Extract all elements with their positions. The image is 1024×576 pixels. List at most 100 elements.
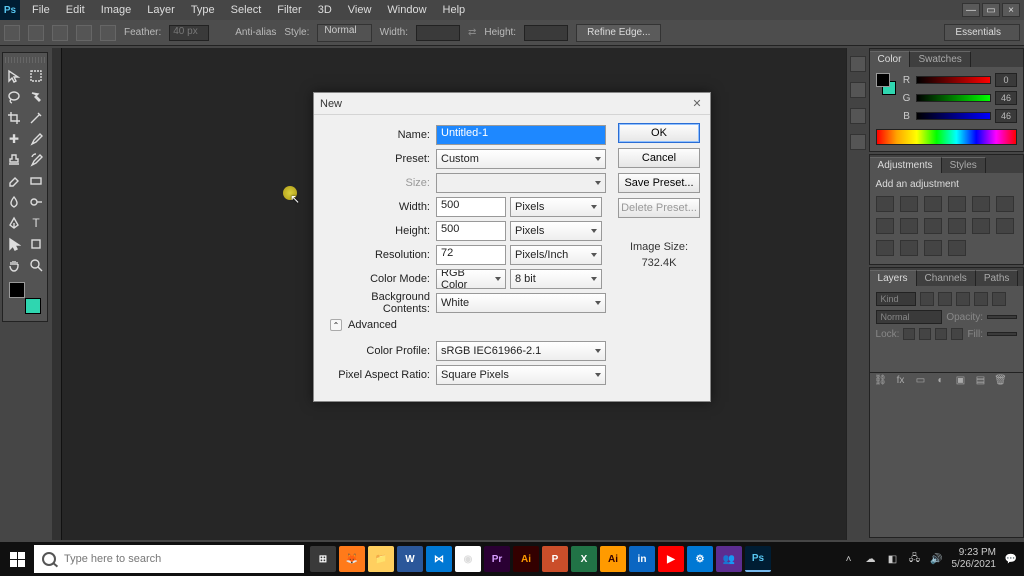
menu-filter[interactable]: Filter [271,2,307,18]
color-depth-select[interactable]: 8 bit [510,269,602,289]
firefox-icon[interactable]: 🦊 [339,546,365,572]
color-swatch[interactable] [9,282,41,314]
add-selection-icon[interactable] [52,25,68,41]
adj-exposure-icon[interactable] [948,196,966,212]
tool-preset-icon[interactable] [4,25,20,41]
lock-position-icon[interactable] [935,328,947,340]
slider-r[interactable]: R 0 [902,73,1017,87]
workspace-select[interactable]: Essentials [944,24,1020,41]
illustrator2-icon[interactable]: Ai [600,546,626,572]
filter-pixel-icon[interactable] [920,292,934,306]
layer-filter-kind[interactable]: Kind [876,292,916,306]
adj-bw-icon[interactable] [900,218,918,234]
name-input[interactable]: Untitled-1 [436,125,606,145]
powerpoint-icon[interactable]: P [542,546,568,572]
photoshop-taskbar-icon[interactable]: Ps [745,546,771,572]
adj-selective-color-icon[interactable] [948,240,966,256]
new-layer-icon[interactable]: ▤ [974,375,988,387]
paragraph-panel-icon[interactable] [850,134,866,150]
hand-tool[interactable] [5,256,23,274]
path-select-tool[interactable] [5,235,23,253]
menu-view[interactable]: View [342,2,378,18]
history-brush-tool[interactable] [27,151,45,169]
marquee-tool[interactable] [27,67,45,85]
menu-image[interactable]: Image [95,2,138,18]
blur-tool[interactable] [5,193,23,211]
chrome-icon[interactable]: ◉ [455,546,481,572]
adj-channel-mixer-icon[interactable] [948,218,966,234]
gradient-tool[interactable] [27,172,45,190]
lock-pixels-icon[interactable] [919,328,931,340]
minimize-button[interactable]: — [962,3,980,17]
stamp-tool[interactable] [5,151,23,169]
blend-mode-select[interactable]: Normal [876,310,943,324]
excel-icon[interactable]: X [571,546,597,572]
link-layers-icon[interactable]: ⛓ [874,375,888,387]
foreground-color-swatch[interactable] [9,282,25,298]
history-panel-icon[interactable] [850,56,866,72]
adj-balance-icon[interactable] [876,218,894,234]
pen-tool[interactable] [5,214,23,232]
opt-height-input[interactable] [524,25,568,41]
antialias-checkbox[interactable]: Anti-alias [235,27,276,38]
youtube-icon[interactable]: ▶ [658,546,684,572]
tray-volume-icon[interactable]: 🔊 [930,552,944,566]
menu-type[interactable]: Type [185,2,221,18]
tray-cloud-icon[interactable]: ☁ [864,552,878,566]
adj-photo-filter-icon[interactable] [924,218,942,234]
lock-all-icon[interactable] [951,328,963,340]
healing-tool[interactable]: ✚ [5,130,23,148]
tray-overflow-icon[interactable]: ˄ [842,552,856,566]
brush-tool[interactable] [27,130,45,148]
quick-select-tool[interactable] [27,88,45,106]
opacity-input[interactable] [987,315,1017,319]
lock-transparent-icon[interactable] [903,328,915,340]
menu-window[interactable]: Window [381,2,432,18]
file-explorer-icon[interactable]: 📁 [368,546,394,572]
adj-invert-icon[interactable] [996,218,1014,234]
dialog-close-icon[interactable]: ✕ [690,97,704,111]
refine-edge-button[interactable]: Refine Edge... [576,24,661,42]
style-select[interactable]: Normal [317,24,371,42]
panel-grip[interactable] [5,57,45,63]
move-tool[interactable] [5,67,23,85]
maximize-button[interactable]: ▭ [982,3,1000,17]
layer-group-icon[interactable]: ▣ [954,375,968,387]
advanced-toggle[interactable]: ⌃ Advanced [330,319,608,331]
tab-styles[interactable]: Styles [942,157,986,173]
lasso-tool[interactable] [5,88,23,106]
close-button[interactable]: × [1002,3,1020,17]
word-icon[interactable]: W [397,546,423,572]
menu-select[interactable]: Select [225,2,268,18]
adj-brightness-icon[interactable] [876,196,894,212]
menu-3d[interactable]: 3D [312,2,338,18]
notifications-icon[interactable]: 💬 [1004,552,1018,566]
subtract-selection-icon[interactable] [76,25,92,41]
resolution-unit-select[interactable]: Pixels/Inch [510,245,602,265]
menu-file[interactable]: File [26,2,56,18]
menu-help[interactable]: Help [437,2,472,18]
delete-layer-icon[interactable]: 🗑 [994,375,1008,387]
teams-icon[interactable]: 👥 [716,546,742,572]
adj-lookup-icon[interactable] [972,218,990,234]
new-selection-icon[interactable] [28,25,44,41]
pixel-aspect-select[interactable]: Square Pixels [436,365,606,385]
crop-tool[interactable] [5,109,23,127]
tab-swatches[interactable]: Swatches [910,51,970,67]
dodge-tool[interactable] [27,193,45,211]
eraser-tool[interactable] [5,172,23,190]
character-panel-icon[interactable] [850,108,866,124]
height-unit-select[interactable]: Pixels [510,221,602,241]
feather-input[interactable]: 40 px [169,25,209,41]
layer-mask-icon[interactable]: ▭ [914,375,928,387]
eyedropper-tool[interactable] [27,109,45,127]
opt-width-input[interactable] [416,25,460,41]
color-profile-select[interactable]: sRGB IEC61966-2.1 [436,341,606,361]
ok-button[interactable]: OK [618,123,700,143]
premiere-icon[interactable]: Pr [484,546,510,572]
taskbar-search[interactable]: Type here to search [34,545,304,573]
filter-shape-icon[interactable] [974,292,988,306]
dialog-titlebar[interactable]: New ✕ [314,93,710,115]
slider-g[interactable]: G 46 [902,91,1017,105]
start-button[interactable] [0,542,34,576]
